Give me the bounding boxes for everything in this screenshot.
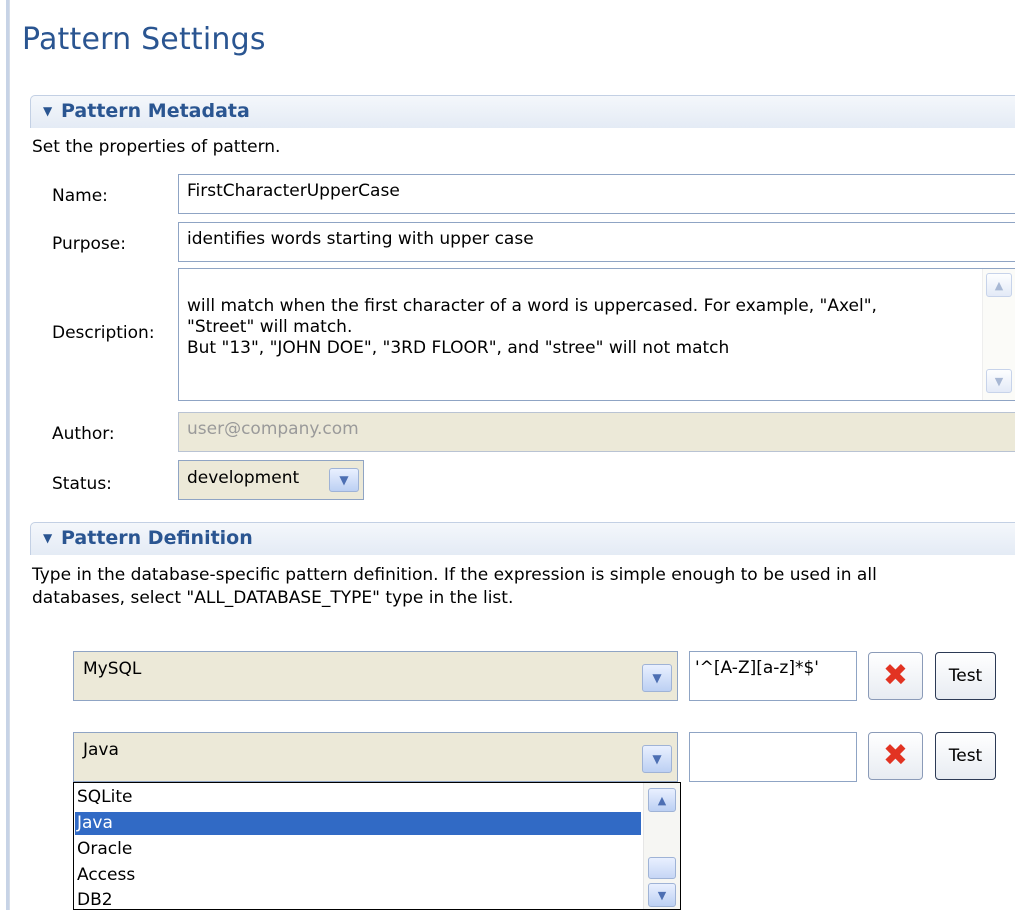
description-scrollbar[interactable]: ▲ ▼ [982, 269, 1015, 400]
red-x-icon: ✖ [882, 658, 909, 693]
chevron-down-icon[interactable]: ▼ [642, 664, 672, 692]
section-title-definition: Pattern Definition [61, 527, 253, 549]
definition-description-line1: Type in the database-specific pattern de… [32, 565, 877, 585]
author-field: user@company.com [178, 412, 1015, 452]
red-x-icon: ✖ [882, 738, 909, 773]
dropdown-option[interactable]: Oracle [75, 838, 641, 861]
dropdown-option[interactable]: SQLite [75, 786, 641, 809]
database-value: MySQL [83, 659, 142, 679]
test-button-java[interactable]: Test [935, 732, 996, 780]
page-title: Pattern Settings [22, 22, 266, 57]
name-label: Name: [52, 186, 108, 206]
author-label: Author: [52, 424, 115, 444]
definition-description-line2: databases, select "ALL_DATABASE_TYPE" ty… [32, 588, 514, 608]
section-header-definition[interactable]: ▼ Pattern Definition [30, 522, 1015, 555]
expression-field-java[interactable] [689, 732, 857, 782]
purpose-label: Purpose: [52, 234, 126, 254]
status-label: Status: [52, 474, 112, 494]
status-value: development [187, 468, 300, 488]
chevron-down-icon[interactable]: ▼ [642, 745, 672, 773]
scroll-up-icon[interactable]: ▲ [648, 788, 676, 812]
purpose-field[interactable]: identifies words starting with upper cas… [178, 222, 1015, 262]
test-button-mysql[interactable]: Test [935, 652, 996, 700]
scroll-thumb[interactable] [648, 857, 676, 879]
database-value: Java [83, 740, 119, 760]
left-edge [0, 0, 10, 910]
scroll-up-icon[interactable]: ▲ [986, 273, 1012, 297]
status-select[interactable]: development ▼ [178, 460, 364, 500]
section-title-metadata: Pattern Metadata [61, 100, 250, 122]
description-label: Description: [52, 323, 155, 343]
name-field[interactable]: FirstCharacterUpperCase [178, 174, 1015, 214]
dropdown-option[interactable]: DB2 [75, 889, 641, 909]
database-select-java[interactable]: Java ▼ [73, 732, 678, 782]
description-textarea[interactable]: will match when the first character of a… [178, 268, 1015, 401]
scroll-down-icon[interactable]: ▼ [986, 369, 1012, 393]
dropdown-scrollbar[interactable]: ▲ ▼ [643, 783, 680, 909]
delete-button-mysql[interactable]: ✖ [868, 652, 923, 700]
section-header-metadata[interactable]: ▼ Pattern Metadata [30, 95, 1015, 128]
scroll-down-icon[interactable]: ▼ [648, 883, 676, 907]
dropdown-option[interactable]: Access [75, 864, 641, 887]
expression-field-mysql[interactable]: '^[A-Z][a-z]*$' [689, 651, 857, 701]
triangle-down-icon[interactable]: ▼ [43, 531, 52, 545]
database-select-mysql[interactable]: MySQL ▼ [73, 651, 678, 701]
description-text: will match when the first character of a… [187, 296, 877, 358]
triangle-down-icon[interactable]: ▼ [43, 104, 52, 118]
delete-button-java[interactable]: ✖ [868, 732, 923, 780]
metadata-description: Set the properties of pattern. [32, 137, 281, 157]
database-dropdown-list[interactable]: SQLite Java Oracle Access DB2 ▲ ▼ [73, 782, 681, 910]
chevron-down-icon[interactable]: ▼ [329, 468, 359, 492]
dropdown-option-selected[interactable]: Java [75, 812, 641, 835]
